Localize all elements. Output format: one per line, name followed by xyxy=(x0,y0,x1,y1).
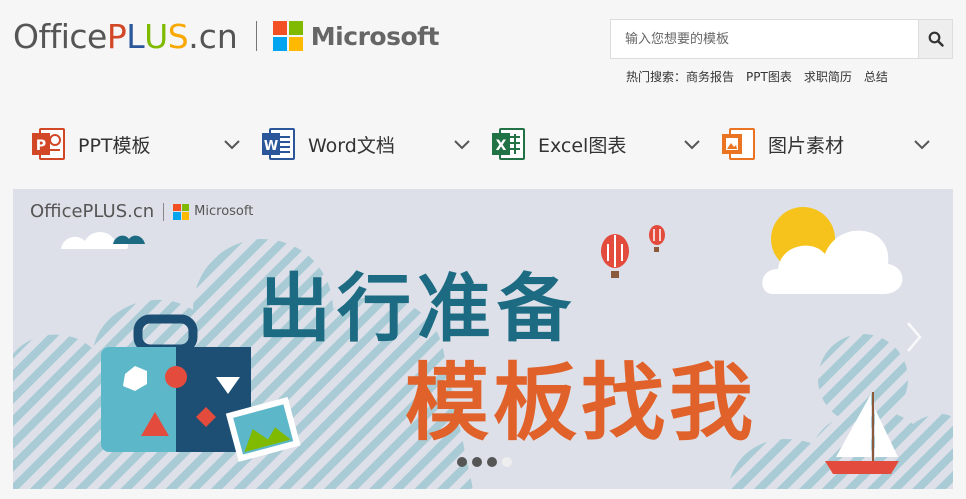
banner-microsoft-text: Microsoft xyxy=(194,204,254,219)
microsoft-logo-icon xyxy=(272,21,303,51)
hero-banner[interactable]: OfficePLUS.cn Microsoft 出行准备 模板找我 xyxy=(13,189,953,489)
carousel-dot[interactable] xyxy=(502,457,512,467)
word-icon: W xyxy=(262,128,295,160)
logo-divider xyxy=(255,21,257,51)
carousel-dot-active[interactable] xyxy=(487,457,497,467)
nav-item-excel[interactable]: X Excel图表 xyxy=(490,124,720,164)
microsoft-logo-icon xyxy=(173,203,190,220)
carousel-indicators xyxy=(457,457,512,467)
hot-search-bar: 热门搜索：商务报告 PPT图表 求职简历 总结 xyxy=(626,68,888,85)
banner-logo: OfficePLUS.cn Microsoft xyxy=(30,201,253,222)
svg-text:P: P xyxy=(36,138,46,154)
nav-label: Excel图表 xyxy=(538,134,627,157)
logo-cn-text: .cn xyxy=(188,16,238,56)
nav-item-word[interactable]: W Word文档 xyxy=(260,124,490,164)
chevron-down-icon[interactable] xyxy=(451,133,473,155)
chevron-down-icon[interactable] xyxy=(681,133,703,155)
search-icon xyxy=(928,31,944,47)
carousel-dot[interactable] xyxy=(472,457,482,467)
picture-icon xyxy=(722,128,755,160)
powerpoint-icon: P xyxy=(32,128,65,160)
hot-search-link[interactable]: 总结 xyxy=(864,68,888,85)
search-box xyxy=(610,19,953,59)
logo-letter-s: S xyxy=(167,16,189,56)
svg-text:W: W xyxy=(264,139,278,154)
carousel-next-arrow-icon[interactable] xyxy=(903,319,925,355)
chevron-down-icon[interactable] xyxy=(221,133,243,155)
hot-search-link[interactable]: 商务报告 xyxy=(686,70,734,84)
banner-title-line2: 模板找我 xyxy=(405,354,758,452)
excel-icon: X xyxy=(492,128,525,160)
nav-label: 图片素材 xyxy=(768,134,845,157)
nav-item-ppt[interactable]: P PPT模板 xyxy=(30,124,260,164)
banner-logo-divider xyxy=(163,202,165,221)
site-logo[interactable]: Office P L U S .cn Microsoft xyxy=(13,16,439,56)
logo-letter-p: P xyxy=(106,16,127,56)
hot-search-link[interactable]: PPT图表 xyxy=(746,68,792,85)
carousel-dot[interactable] xyxy=(457,457,467,467)
nav-item-pictures[interactable]: 图片素材 xyxy=(720,124,950,164)
logo-letter-u: U xyxy=(144,16,168,56)
chevron-down-icon[interactable] xyxy=(911,133,933,155)
logo-letter-l: L xyxy=(126,16,145,56)
svg-text:X: X xyxy=(496,138,507,154)
logo-office-text: Office xyxy=(13,16,107,56)
hot-search-label: 热门搜索：商务报告 xyxy=(626,70,735,84)
nav-label: PPT模板 xyxy=(78,134,151,157)
hot-search-link[interactable]: 求职简历 xyxy=(804,68,852,85)
nav-label: Word文档 xyxy=(308,134,395,157)
microsoft-brand-text: Microsoft xyxy=(310,21,440,51)
search-button[interactable] xyxy=(918,20,952,58)
banner-logo-text: OfficePLUS.cn xyxy=(30,201,155,222)
search-input[interactable] xyxy=(611,20,918,58)
category-nav: P PPT模板 W Word文档 X Excel图表 图片素材 xyxy=(30,124,950,164)
